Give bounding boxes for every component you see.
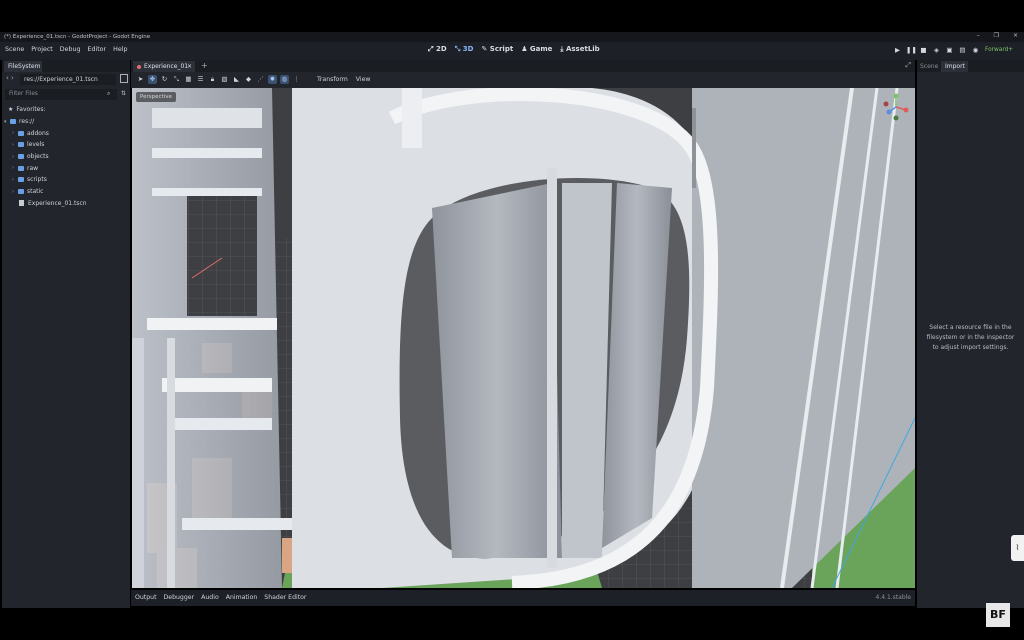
scene-type-icon — [137, 65, 141, 69]
viewport-toolbar: ➤ ✥ ↻ ⤡ ▦ ☰ 🔒︎ ▧ ◣ ◆ ⋰ ✹ ◍ ⋮ Transform V… — [131, 72, 915, 88]
mode-2d-button[interactable]: ⤢ 2D — [428, 45, 447, 54]
distraction-free-icon[interactable]: ⤢ — [905, 61, 911, 70]
window-title: (*) Experience_01.tscn - GodotProject - … — [4, 34, 151, 40]
view-menu[interactable]: View — [356, 76, 371, 83]
tab-scene[interactable]: Scene — [920, 61, 938, 72]
play-icon[interactable]: ▶ — [893, 46, 902, 55]
renderer-selector[interactable]: Forward+ — [985, 47, 1013, 53]
tab-animation[interactable]: Animation — [226, 594, 258, 601]
remote-debug-icon[interactable]: ◈ — [932, 46, 941, 55]
folder-row-addons[interactable]: › addons — [2, 127, 130, 139]
folder-icon — [18, 165, 24, 171]
folder-icon — [10, 119, 16, 125]
folder-row-static[interactable]: › static — [2, 186, 130, 198]
menu-scene[interactable]: Scene — [5, 46, 24, 53]
scene-tab-bar: Experience_01 × + ⤢ — [131, 60, 915, 72]
main-menu-bar: Scene Project Debug Editor Help ⤢ 2D ⤡ 3… — [0, 42, 1024, 60]
menu-help[interactable]: Help — [113, 46, 127, 53]
sort-icon[interactable]: ⇅ — [121, 90, 126, 97]
sun-preview-icon[interactable]: ✹ — [268, 75, 277, 84]
filter-files-input[interactable]: Filter Files — [5, 89, 117, 100]
folder-icon — [18, 177, 24, 183]
folder-icon — [18, 154, 24, 160]
scale-tool-icon[interactable]: ⤡ — [172, 75, 181, 84]
script-icon: ✎ — [481, 45, 488, 53]
movie-maker-icon[interactable]: ◉ — [971, 46, 980, 55]
perspective-menu[interactable]: Perspective — [136, 92, 176, 102]
3d-icon: ⤡ — [454, 45, 461, 53]
path-field[interactable]: res://Experience_01.tscn — [20, 74, 116, 85]
local-space-icon[interactable]: ◆ — [244, 75, 253, 84]
bottom-panel-bar: Output Debugger Audio Animation Shader E… — [131, 590, 915, 606]
star-icon: ★ — [8, 106, 14, 114]
3d-viewport[interactable]: Perspective — [132, 88, 915, 588]
scene-tab[interactable]: Experience_01 × — [133, 61, 195, 72]
assetlib-icon: ⤓ — [560, 45, 564, 53]
folder-row-levels[interactable]: › levels — [2, 139, 130, 151]
environment-preview-icon[interactable]: ◍ — [280, 75, 289, 84]
selectable-icon[interactable]: ▦ — [184, 75, 193, 84]
folder-row-objects[interactable]: › objects — [2, 151, 130, 163]
2d-icon: ⤢ — [428, 45, 434, 53]
move-tool-icon[interactable]: ✥ — [148, 75, 157, 84]
mode-3d-button[interactable]: ⤡ 3D — [455, 45, 474, 54]
add-tab-icon[interactable]: + — [201, 61, 208, 70]
search-icon: ⌕ — [107, 90, 111, 97]
game-icon: ♟ — [521, 45, 528, 53]
import-hint-text: Select a resource file in the filesystem… — [926, 324, 1015, 351]
mode-game-button[interactable]: ♟ Game — [521, 45, 552, 54]
tab-shader-editor[interactable]: Shader Editor — [264, 594, 306, 601]
menu-editor[interactable]: Editor — [87, 46, 106, 53]
favorites-row[interactable]: ★ Favorites: — [2, 104, 130, 116]
select-tool-icon[interactable]: ➤ — [136, 75, 145, 84]
file-tree: ★ Favorites: ▾ res:// › addons › levels › obj… — [2, 104, 130, 209]
folder-icon — [18, 142, 24, 148]
more-options-icon[interactable]: ⋮ — [292, 75, 301, 84]
tab-import[interactable]: Import — [941, 61, 968, 72]
scene-file-icon — [19, 200, 24, 207]
pause-icon[interactable]: ❚❚ — [906, 46, 917, 55]
play-custom-scene-icon[interactable]: ▤ — [958, 46, 967, 55]
close-window-button[interactable]: × — [1013, 32, 1018, 39]
viewport-scene — [132, 88, 915, 588]
folder-row-raw[interactable]: › raw — [2, 162, 130, 174]
menu-debug[interactable]: Debug — [60, 46, 81, 53]
maximize-button[interactable]: ❐ — [994, 32, 999, 39]
folder-icon — [18, 189, 24, 195]
tab-output[interactable]: Output — [135, 594, 157, 601]
lock-icon[interactable]: 🔒︎ — [208, 75, 217, 84]
snap-icon[interactable]: ⋰ — [256, 75, 265, 84]
watermark-logo: BF — [986, 603, 1010, 627]
close-icon[interactable]: × — [187, 61, 192, 72]
root-folder-row[interactable]: ▾ res:// — [2, 116, 130, 128]
list-select-icon[interactable]: ☰ — [196, 75, 205, 84]
menu-project[interactable]: Project — [31, 46, 53, 53]
side-handle-icon[interactable]: ⌇ — [1011, 535, 1024, 561]
view-gizmo-icon[interactable] — [882, 93, 910, 121]
file-row-scene[interactable]: Experience_01.tscn — [2, 198, 130, 210]
tab-filesystem[interactable]: FileSystem — [4, 61, 42, 72]
version-label: 4.4.1.stable — [875, 594, 912, 601]
play-scene-icon[interactable]: ▣ — [945, 46, 954, 55]
tab-audio[interactable]: Audio — [201, 594, 219, 601]
window-titlebar: (*) Experience_01.tscn - GodotProject - … — [0, 32, 1024, 42]
transform-menu[interactable]: Transform — [317, 76, 348, 83]
tab-debugger[interactable]: Debugger — [164, 594, 195, 601]
group-icon[interactable]: ▧ — [220, 75, 229, 84]
mode-assetlib-button[interactable]: ⤓ AssetLib — [560, 45, 599, 54]
filesystem-dock: FileSystem ‹ › res://Experience_01.tscn … — [2, 60, 130, 608]
folder-icon — [18, 130, 24, 136]
ruler-icon[interactable]: ◣ — [232, 75, 241, 84]
history-nav-icon[interactable]: ‹ › — [6, 74, 14, 82]
mode-script-button[interactable]: ✎ Script — [481, 45, 513, 54]
stop-icon[interactable]: ■ — [919, 46, 928, 55]
rotate-tool-icon[interactable]: ↻ — [160, 75, 169, 84]
folder-row-scripts[interactable]: › scripts — [2, 174, 130, 186]
minimize-button[interactable]: – — [977, 32, 980, 39]
split-layout-icon[interactable] — [120, 74, 128, 83]
right-dock: Scene Import Select a resource file in t… — [917, 60, 1024, 608]
